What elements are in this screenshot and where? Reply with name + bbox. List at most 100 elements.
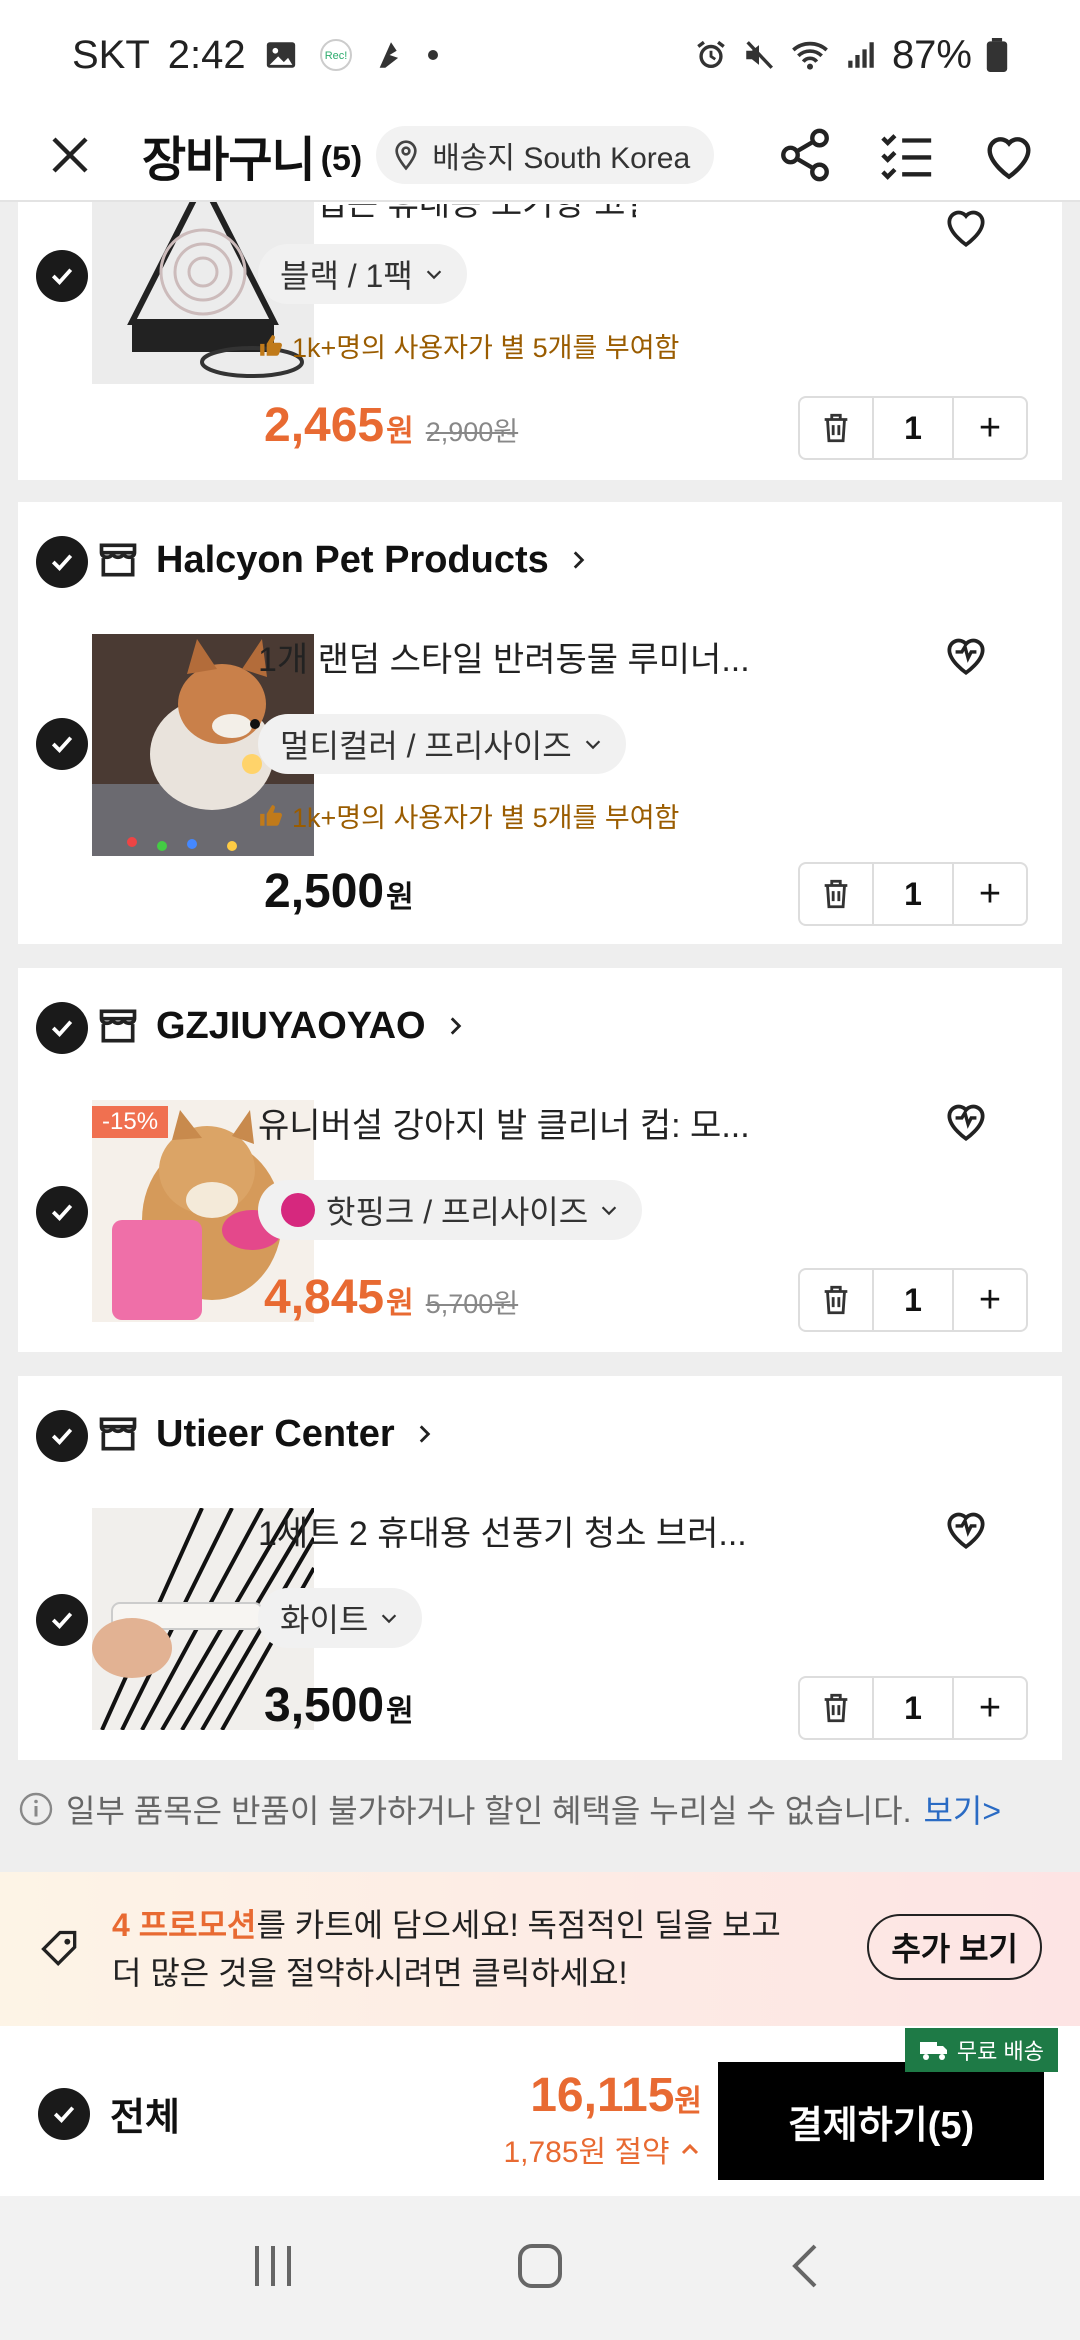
store-link[interactable]: Utieer Center <box>96 1412 437 1456</box>
promotion-highlight: 4 프로모션 <box>112 1907 257 1943</box>
truck-icon <box>919 2042 947 2060</box>
store-link[interactable]: Halcyon Pet Products <box>96 538 591 582</box>
carrier-label: SKT <box>72 32 150 77</box>
cart-header: 장바구니 (5) 배송지 South Korea <box>0 110 1080 202</box>
chevron-down-icon <box>585 740 600 750</box>
checkout-button[interactable]: 결제하기(5) <box>718 2062 1044 2180</box>
promotion-text: 4 프로모션를 카트에 담으세요! 독점적인 딜을 보고 더 많은 것을 절약하… <box>112 1907 781 1991</box>
select-all[interactable]: 전체 <box>38 2086 180 2141</box>
recent-apps-button[interactable] <box>245 2238 301 2299</box>
mute-icon <box>742 38 776 72</box>
delete-icon[interactable] <box>800 864 872 924</box>
quantity-stepper[interactable]: 1 + <box>798 396 1028 460</box>
variant-selector[interactable]: 화이트 <box>258 1588 423 1648</box>
price: 4,845 원 5,700원 <box>264 1271 519 1324</box>
store-checkbox[interactable] <box>36 1410 88 1462</box>
quantity-value[interactable]: 1 <box>872 398 954 458</box>
delete-icon[interactable] <box>800 1678 872 1738</box>
notice-view-link[interactable]: 보기> <box>923 1786 1001 1832</box>
shipping-location-label: 배송지 South Korea <box>432 142 691 175</box>
cart-item: 1개 접는 휴대용 모기향 코일 홀... 블랙 / 1팩 1k+명의 사용 <box>18 202 1062 480</box>
wishlist-heart-icon[interactable] <box>978 124 1040 186</box>
svg-text:Rec!: Rec! <box>324 50 347 62</box>
wishlist-add-icon[interactable] <box>938 202 994 254</box>
return-notice: 일부 품목은 반품이 불가하거나 할인 혜택을 누리실 수 없습니다. 보기> <box>0 1768 1080 1850</box>
cart-count: (5) <box>320 139 363 178</box>
product-title[interactable]: 1세트 2 휴대용 선풍기 청소 브러... <box>258 1506 747 1555</box>
shipping-location-button[interactable]: 배송지 South Korea <box>376 126 715 184</box>
back-button[interactable] <box>779 2238 835 2299</box>
store-icon <box>99 543 137 577</box>
item-checkbox[interactable] <box>36 1594 88 1646</box>
delete-icon[interactable] <box>800 398 872 458</box>
wifi-icon <box>790 38 830 72</box>
quantity-value[interactable]: 1 <box>872 1270 954 1330</box>
store-link[interactable]: GZJIUYAOYAO <box>96 1004 468 1048</box>
variant-label: 화이트 <box>280 1602 369 1638</box>
variant-selector[interactable]: 블랙 / 1팩 <box>258 244 467 304</box>
cart-store-group: Utieer Center 1세트 2 휴대용 선풍기 청소 브러... 화이트… <box>18 1376 1062 1760</box>
cart-items-list[interactable]: 1개 접는 휴대용 모기향 코일 홀... 블랙 / 1팩 1k+명의 사용 <box>0 202 1080 1872</box>
savings-summary[interactable]: 1,785원 절약 <box>503 2127 702 2171</box>
chevron-up-icon <box>681 2143 699 2155</box>
increase-quantity-button[interactable]: + <box>954 398 1026 458</box>
original-price: 2,900원 <box>425 417 519 447</box>
increase-quantity-button[interactable]: + <box>954 864 1026 924</box>
store-icon <box>99 1009 137 1043</box>
quantity-value[interactable]: 1 <box>872 864 954 924</box>
promotion-banner[interactable]: 4 프로모션를 카트에 담으세요! 독점적인 딜을 보고 더 많은 것을 절약하… <box>0 1872 1080 2026</box>
chevron-right-icon <box>419 1425 430 1443</box>
share-icon[interactable] <box>774 124 836 186</box>
wishlist-add-icon[interactable] <box>938 1500 994 1556</box>
order-total[interactable]: 16,115원 1,785원 절약 <box>503 2068 702 2171</box>
home-button[interactable] <box>512 2238 568 2299</box>
increase-quantity-button[interactable]: + <box>954 1270 1026 1330</box>
item-checkbox[interactable] <box>36 1186 88 1238</box>
store-checkbox[interactable] <box>36 1002 88 1054</box>
product-title[interactable]: 1개 랜덤 스타일 반려동물 루미너... <box>258 632 750 681</box>
alarm-icon <box>694 38 728 72</box>
clock: 2:42 <box>167 32 246 77</box>
chevron-down-icon <box>602 1206 617 1216</box>
cart-store-group: GZJIUYAOYAO -15% 유니버설 강아지 발 클리너 컵: 모... <box>18 968 1062 1352</box>
item-checkbox[interactable] <box>36 250 88 302</box>
wishlist-add-icon[interactable] <box>938 626 994 682</box>
checklist-icon[interactable] <box>876 124 938 186</box>
select-all-checkbox[interactable] <box>38 2087 90 2140</box>
price: 3,500 원 <box>264 1679 414 1732</box>
quantity-stepper[interactable]: 1 + <box>798 1268 1028 1332</box>
page-title: 장바구니 <box>142 134 316 187</box>
close-icon[interactable] <box>40 125 100 185</box>
chevron-right-icon <box>573 551 585 569</box>
store-checkbox[interactable] <box>36 536 88 588</box>
variant-label: 핫핑크 / 프리사이즈 <box>326 1194 589 1230</box>
quantity-stepper[interactable]: 1 + <box>798 862 1028 926</box>
free-shipping-badge: 무료 배송 <box>904 2028 1058 2072</box>
wishlist-add-icon[interactable] <box>938 1092 994 1148</box>
item-checkbox[interactable] <box>36 718 88 770</box>
product-title[interactable]: 유니버설 강아지 발 클리너 컵: 모... <box>258 1098 750 1147</box>
increase-quantity-button[interactable]: + <box>954 1678 1026 1738</box>
more-promotions-button[interactable]: 추가 보기 <box>867 1914 1042 1980</box>
battery-percent: 87% <box>891 32 972 77</box>
recording-icon: Rec! <box>316 38 356 72</box>
select-all-label: 전체 <box>110 2097 180 2139</box>
variant-label: 멀티컬러 / 프리사이즈 <box>280 728 572 764</box>
quantity-stepper[interactable]: 1 + <box>798 1676 1028 1740</box>
info-icon <box>19 1792 53 1826</box>
notice-text: 일부 품목은 반품이 불가하거나 할인 혜택을 누리실 수 없습니다. <box>66 1793 912 1829</box>
quantity-value[interactable]: 1 <box>872 1678 954 1738</box>
variant-label: 블랙 / 1팩 <box>280 258 413 294</box>
rating-note: 1k+명의 사용자가 별 5개를 부여함 <box>258 326 679 365</box>
chevron-down-icon <box>426 270 441 280</box>
delete-icon[interactable] <box>800 1270 872 1330</box>
price: 2,500 원 <box>264 865 414 918</box>
variant-selector[interactable]: 핫핑크 / 프리사이즈 <box>258 1180 643 1240</box>
price: 2,465 원 2,900원 <box>264 399 519 452</box>
store-name: GZJIUYAOYAO <box>156 1004 426 1047</box>
battery-icon <box>986 38 1008 72</box>
checkout-bar: 전체 16,115원 1,785원 절약 결제하기(5) 무료 배송 <box>0 2026 1080 2196</box>
variant-selector[interactable]: 멀티컬러 / 프리사이즈 <box>258 714 626 774</box>
status-bar: SKT 2:42 Rec! 87% <box>0 0 1080 110</box>
store-icon <box>99 1417 137 1451</box>
